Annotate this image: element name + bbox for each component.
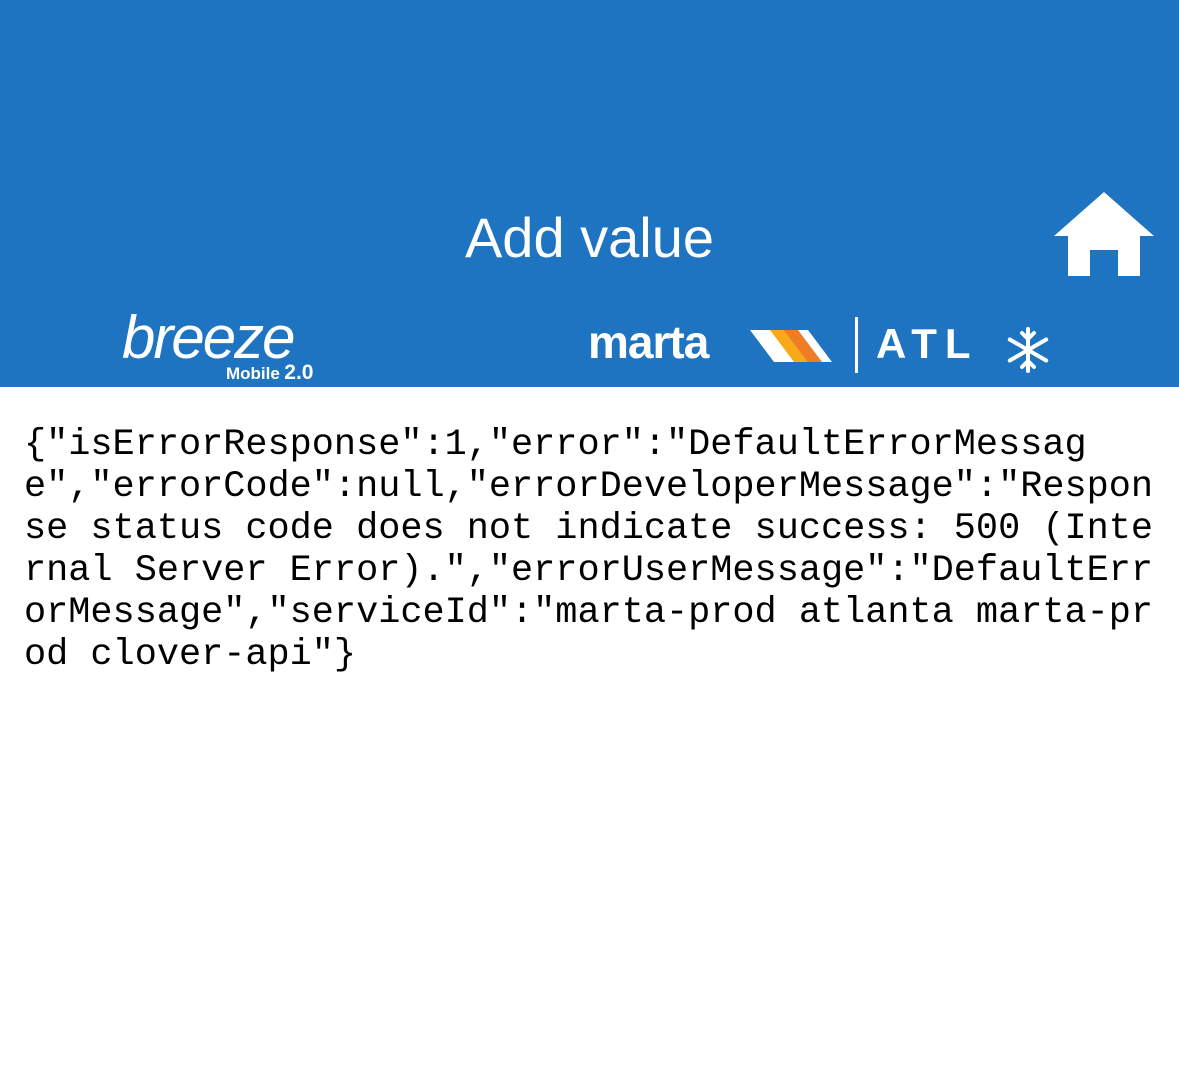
app-header: Add value breeze Mobile 2.0 marta ATL [0, 0, 1179, 387]
snowflake-icon [1007, 327, 1049, 373]
logo-divider [855, 317, 858, 373]
marta-atl-logo: marta ATL [588, 312, 1058, 374]
home-button[interactable] [1052, 190, 1156, 280]
page-title: Add value [464, 206, 715, 269]
breeze-subtitle: Mobile 2.0 [226, 360, 314, 388]
home-icon [1054, 192, 1154, 276]
atl-wordmark: ATL [876, 320, 979, 367]
marta-stripes-icon [750, 330, 832, 362]
error-response-text: {"isErrorResponse":1,"error":"DefaultErr… [24, 424, 1154, 676]
breeze-mobile-logo: breeze Mobile 2.0 [118, 300, 348, 386]
marta-wordmark: marta [588, 316, 709, 368]
breeze-subtitle-label: Mobile [226, 364, 280, 383]
breeze-version: 2.0 [284, 361, 314, 384]
